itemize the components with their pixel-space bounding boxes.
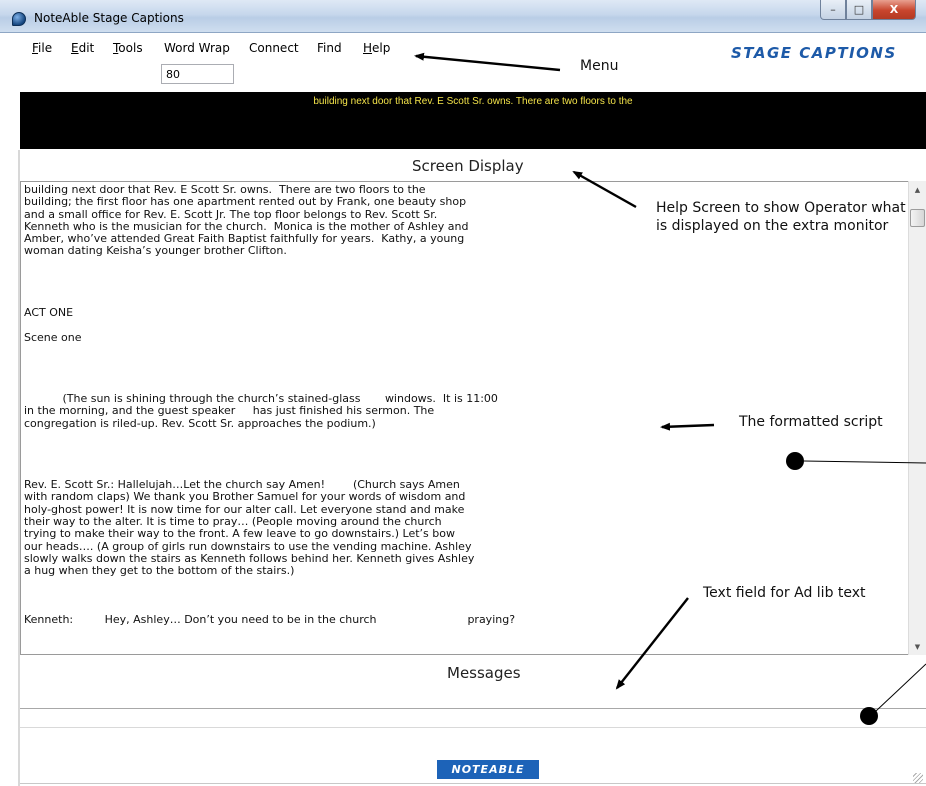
ad-lib-text-field[interactable] <box>20 708 926 728</box>
resize-grip-icon[interactable] <box>913 773 923 783</box>
script-line <box>24 270 594 282</box>
status-divider <box>20 783 926 784</box>
scroll-up-arrow-icon[interactable]: ▲ <box>909 181 926 198</box>
caption-preview-bar: building next door that Rev. E Scott Sr.… <box>20 92 926 149</box>
script-line: ACT ONE <box>24 305 74 319</box>
script-line: trying to make their way to the front. A… <box>24 527 455 541</box>
script-line: in the morning, and the guest speaker ha… <box>24 404 435 418</box>
script-text: building next door that Rev. E Scott Sr.… <box>24 183 594 627</box>
script-line <box>24 319 594 331</box>
script-line <box>24 455 594 467</box>
noteable-logo: NOTEABLE <box>437 760 539 779</box>
close-icon: X <box>889 3 899 16</box>
script-line <box>24 590 594 602</box>
annotation-menu: Menu <box>580 58 619 74</box>
script-line: Scene one <box>24 330 82 344</box>
script-line: a hug when they get to the bottom of the… <box>24 564 295 578</box>
menu-connect[interactable]: Connect <box>249 41 299 55</box>
script-line: congregation is riled-up. Rev. Scott Sr.… <box>24 416 376 430</box>
close-button[interactable]: X <box>872 0 916 20</box>
annotation-ad-lib: Text field for Ad lib text <box>703 585 866 601</box>
script-line <box>24 442 594 454</box>
maximize-button[interactable]: □ <box>846 0 872 20</box>
script-line <box>24 578 594 590</box>
word-wrap-input[interactable]: 80 <box>161 64 234 84</box>
maximize-icon: □ <box>853 3 865 16</box>
script-line <box>24 356 594 368</box>
minimize-icon: – <box>830 3 836 16</box>
minimize-button[interactable]: – <box>820 0 846 20</box>
menu-word-wrap[interactable]: Word Wrap <box>164 41 230 55</box>
title-bar[interactable]: NoteAble Stage Captions – □ X <box>0 0 926 33</box>
window-controls: – □ X <box>820 0 916 20</box>
caption-preview-text: building next door that Rev. E Scott Sr.… <box>313 96 633 107</box>
screen-display-label: Screen Display <box>412 157 524 175</box>
menu-help[interactable]: Help <box>363 41 390 55</box>
window-title: NoteAble Stage Captions <box>34 11 184 25</box>
menu-file[interactable]: File <box>32 41 52 55</box>
script-line <box>24 295 594 307</box>
script-line: Kenneth: Hey, Ashley… Don’t you need to … <box>24 613 516 627</box>
script-line <box>24 282 594 294</box>
script-line <box>24 344 594 356</box>
menu-tools[interactable]: Tools <box>113 41 143 55</box>
app-logo-icon <box>12 12 26 26</box>
scroll-down-arrow-icon[interactable]: ▼ <box>909 638 926 655</box>
stage-captions-logo: STAGE CAPTIONS <box>731 44 897 62</box>
script-line: building; the first floor has one apartm… <box>24 195 467 209</box>
messages-label: Messages <box>447 664 521 682</box>
script-scrollbar[interactable]: ▲ ▼ <box>908 181 926 655</box>
script-line: with random claps) We thank you Brother … <box>24 490 466 504</box>
menu-find[interactable]: Find <box>317 41 342 55</box>
script-line <box>24 430 594 442</box>
script-line <box>24 368 594 380</box>
annotation-formatted-script: The formatted script <box>739 414 883 430</box>
menu-edit[interactable]: Edit <box>71 41 94 55</box>
script-line: woman dating Keisha’s younger brother Cl… <box>24 244 287 258</box>
app-window: NoteAble Stage Captions – □ X File Edit … <box>0 0 926 786</box>
annotation-help-screen: Help Screen to show Operator what is dis… <box>656 200 906 234</box>
script-line <box>24 258 594 270</box>
